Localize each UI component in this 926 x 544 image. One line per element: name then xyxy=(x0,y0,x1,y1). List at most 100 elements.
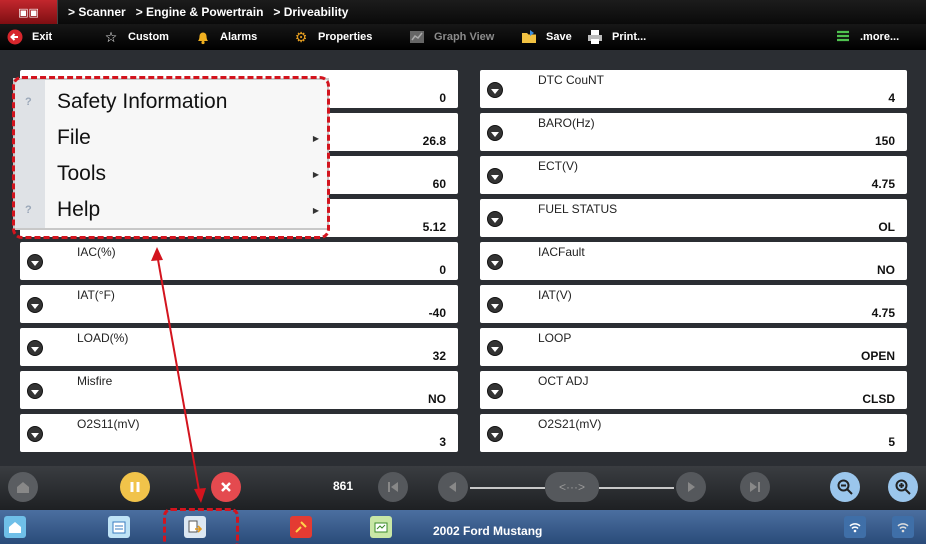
exit-button[interactable]: Exit xyxy=(0,24,96,50)
pid-value: 26.8 xyxy=(422,134,446,148)
pid-row[interactable]: IACFault NO xyxy=(480,242,907,280)
calendar-icon[interactable] xyxy=(108,516,130,538)
home-icon[interactable] xyxy=(4,516,26,538)
vehicle-label: 2002 Ford Mustang xyxy=(433,524,543,538)
bell-icon xyxy=(194,28,212,46)
pid-value: OPEN xyxy=(860,349,895,363)
properties-button[interactable]: ⚙ Properties xyxy=(286,24,402,50)
more-button[interactable]: .more... xyxy=(828,24,926,50)
pid-value: 5.12 xyxy=(422,220,446,234)
expand-icon[interactable] xyxy=(487,383,503,399)
print-label: Print... xyxy=(612,31,647,43)
scanner-icon[interactable] xyxy=(370,516,392,538)
pid-value: CLSD xyxy=(862,392,895,406)
signal-icon[interactable] xyxy=(892,516,914,538)
expand-icon[interactable] xyxy=(27,254,43,270)
expand-icon[interactable] xyxy=(487,254,503,270)
wifi-icon[interactable] xyxy=(844,516,866,538)
star-icon: ☆ xyxy=(104,28,118,45)
app-logo[interactable]: ▣▣ xyxy=(0,0,58,24)
zoom-in-icon[interactable] xyxy=(888,472,918,502)
pid-row[interactable]: LOAD(%) 32 xyxy=(20,328,458,366)
playback-controls: 861 <···> xyxy=(0,466,926,510)
slider-thumb-icon[interactable]: <···> xyxy=(545,472,599,502)
breadcrumb-engine-powertrain[interactable]: > Engine & Powertrain xyxy=(136,5,264,19)
expand-icon[interactable] xyxy=(487,340,503,356)
menu-item-label: Tools xyxy=(57,162,107,185)
question-icon: ? xyxy=(25,204,32,216)
breadcrumb-bar: ▣▣ > Scanner > Engine & Powertrain > Dri… xyxy=(0,0,926,24)
menu-item-file[interactable]: File ▶ xyxy=(15,120,327,156)
pid-row[interactable]: IAT(°F) -40 xyxy=(20,285,458,323)
submenu-arrow-icon: ▶ xyxy=(312,205,319,215)
step-forward-icon[interactable] xyxy=(676,472,706,502)
breadcrumb-scanner[interactable]: > Scanner xyxy=(68,5,126,19)
pid-row[interactable]: LOOP OPEN xyxy=(480,328,907,366)
list-menu-icon xyxy=(834,28,852,46)
slider-track-left xyxy=(470,487,545,489)
pid-row[interactable]: FUEL STATUS OL xyxy=(480,199,907,237)
pause-button[interactable] xyxy=(120,472,150,502)
expand-icon[interactable] xyxy=(27,340,43,356)
pid-value: NO xyxy=(428,392,446,406)
slider-track-right xyxy=(599,487,674,489)
pid-value: 3 xyxy=(439,435,446,449)
pid-value: OL xyxy=(878,220,895,234)
custom-button[interactable]: ☆ Custom xyxy=(96,24,188,50)
pid-row[interactable]: IAC(%) 0 xyxy=(20,242,458,280)
toolbar: Exit ☆ Custom Alarms ⚙ Properties Graph … xyxy=(0,24,926,50)
pid-name: IAC(%) xyxy=(77,245,116,259)
data-manager-icon[interactable] xyxy=(184,516,206,538)
pid-row[interactable]: DTC CouNT 4 xyxy=(480,70,907,108)
menu-item-label: Safety Information xyxy=(57,90,228,113)
home-disabled-icon[interactable] xyxy=(8,472,38,502)
pid-row[interactable]: ECT(V) 4.75 xyxy=(480,156,907,194)
expand-icon[interactable] xyxy=(487,211,503,227)
pid-row[interactable]: O2S11(mV) 3 xyxy=(20,414,458,452)
expand-icon[interactable] xyxy=(27,297,43,313)
tools-icon[interactable] xyxy=(290,516,312,538)
breadcrumb-driveability: > Driveability xyxy=(273,5,349,19)
expand-icon[interactable] xyxy=(487,426,503,442)
pid-row[interactable]: IAT(V) 4.75 xyxy=(480,285,907,323)
properties-label: Properties xyxy=(318,31,373,43)
pid-name: IACFault xyxy=(538,245,585,259)
graph-view-button[interactable]: Graph View xyxy=(402,24,514,50)
alarms-label: Alarms xyxy=(220,31,258,43)
menu-item-safety-information[interactable]: ? Safety Information xyxy=(15,84,327,120)
step-back-icon[interactable] xyxy=(438,472,468,502)
exit-arrow-icon xyxy=(6,28,24,46)
pid-row[interactable]: OCT ADJ CLSD xyxy=(480,371,907,409)
pid-name: FUEL STATUS xyxy=(538,202,618,216)
expand-icon[interactable] xyxy=(487,125,503,141)
expand-icon[interactable] xyxy=(487,297,503,313)
pid-value: 150 xyxy=(874,134,895,148)
stop-button[interactable] xyxy=(211,472,241,502)
zoom-out-icon[interactable] xyxy=(830,472,860,502)
main-menu-dropdown: ? Safety Information File ▶ Tools ▶ ? He… xyxy=(13,78,329,230)
question-icon: ? xyxy=(25,96,32,108)
expand-icon[interactable] xyxy=(487,82,503,98)
skip-back-icon[interactable] xyxy=(378,472,408,502)
pid-row[interactable]: Misfire NO xyxy=(20,371,458,409)
expand-icon[interactable] xyxy=(27,383,43,399)
print-button[interactable]: Print... xyxy=(580,24,670,50)
pid-value: 32 xyxy=(432,349,446,363)
pid-name: Misfire xyxy=(77,374,113,388)
expand-icon[interactable] xyxy=(487,168,503,184)
pid-value: 4.75 xyxy=(871,177,895,191)
pid-value: 0 xyxy=(439,91,446,105)
pid-name: O2S11(mV) xyxy=(77,417,140,431)
expand-icon[interactable] xyxy=(27,426,43,442)
pid-value: 0 xyxy=(439,263,446,277)
menu-item-help[interactable]: ? Help ▶ xyxy=(15,192,327,228)
menu-item-tools[interactable]: Tools ▶ xyxy=(15,156,327,192)
pid-row[interactable]: BARO(Hz) 150 xyxy=(480,113,907,151)
pid-name: OCT ADJ xyxy=(538,374,589,388)
skip-forward-icon[interactable] xyxy=(740,472,770,502)
save-label: Save xyxy=(546,31,572,43)
alarms-button[interactable]: Alarms xyxy=(188,24,286,50)
pid-row[interactable]: O2S21(mV) 5 xyxy=(480,414,907,452)
save-button[interactable]: Save xyxy=(514,24,580,50)
submenu-arrow-icon: ▶ xyxy=(312,169,319,179)
